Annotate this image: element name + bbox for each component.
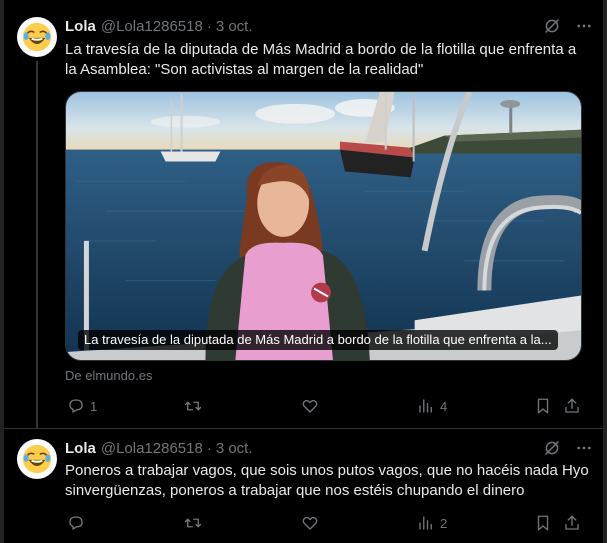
avatar[interactable] <box>17 17 57 57</box>
avatar[interactable] <box>17 439 57 479</box>
bookmark-icon <box>537 398 549 414</box>
separator: · <box>206 439 212 457</box>
more-icon[interactable] <box>575 439 593 457</box>
views-count: 2 <box>440 515 448 531</box>
heart-icon <box>302 399 318 413</box>
like-button[interactable] <box>301 397 324 415</box>
tweet-date[interactable]: 3 oct. <box>216 18 253 35</box>
author-name[interactable]: Lola <box>65 440 96 457</box>
reply-button[interactable]: 1 <box>67 397 97 415</box>
laughing-emoji-icon <box>22 22 52 52</box>
tweet-actions: 1 4 <box>65 396 593 416</box>
share-icon <box>565 398 579 413</box>
window-edge-right <box>603 0 607 543</box>
reply-icon <box>69 399 83 413</box>
link-card[interactable]: La travesía de la diputada de Más Madrid… <box>65 91 582 361</box>
share-icon <box>565 515 579 530</box>
reply-count: 1 <box>90 398 98 414</box>
retweet-button[interactable] <box>184 397 207 415</box>
tweet-date[interactable]: 3 oct. <box>216 440 253 457</box>
card-caption[interactable]: La travesía de la diputada de Más Madrid… <box>78 330 558 350</box>
share-button[interactable] <box>563 514 581 532</box>
bookmark-icon <box>537 515 549 531</box>
author-handle[interactable]: @Lola1286518 <box>101 440 203 457</box>
views-icon <box>419 399 432 413</box>
tweet-text: La travesía de la diputada de Más Madrid… <box>65 41 577 78</box>
card-source[interactable]: De elmundo.es <box>65 368 152 383</box>
separator: · <box>206 17 212 35</box>
bookmark-button[interactable] <box>534 397 552 415</box>
author-handle[interactable]: @Lola1286518 <box>101 18 203 35</box>
views-icon <box>419 516 432 530</box>
grok-icon[interactable] <box>543 439 561 457</box>
thread-line <box>36 61 38 428</box>
views-count: 4 <box>440 398 448 414</box>
tweet-header: Lola @Lola1286518 · 3 oct. <box>65 438 593 458</box>
retweet-icon <box>184 401 202 411</box>
laughing-emoji-icon <box>22 444 52 474</box>
tweet[interactable]: Lola @Lola1286518 · 3 oct. La travesía d… <box>4 0 603 428</box>
card-image <box>66 92 581 360</box>
author-name[interactable]: Lola <box>65 18 96 35</box>
retweet-button[interactable] <box>184 514 207 532</box>
tweet[interactable]: Lola @Lola1286518 · 3 oct. Poneros a tra… <box>4 429 603 543</box>
tweet-actions: 2 <box>65 513 593 533</box>
grok-icon[interactable] <box>543 17 561 35</box>
bookmark-button[interactable] <box>534 514 552 532</box>
views-button[interactable]: 2 <box>417 514 447 532</box>
more-icon[interactable] <box>575 17 593 35</box>
views-button[interactable]: 4 <box>417 397 447 415</box>
tweet-text: Poneros a trabajar vagos, que sois unos … <box>65 462 589 499</box>
reply-icon <box>69 516 83 530</box>
retweet-icon <box>184 518 202 528</box>
heart-icon <box>302 516 318 530</box>
tweet-header: Lola @Lola1286518 · 3 oct. <box>65 16 593 36</box>
like-button[interactable] <box>301 514 324 532</box>
reply-button[interactable] <box>67 514 90 532</box>
share-button[interactable] <box>563 397 581 415</box>
